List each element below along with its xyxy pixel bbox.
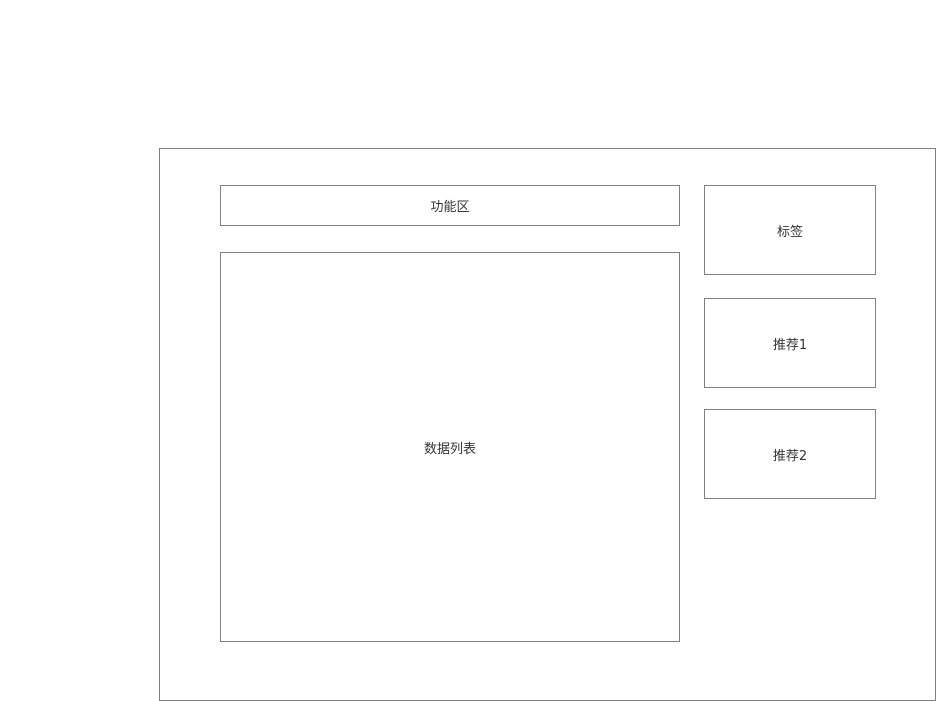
tags-label: 标签 [776,224,803,240]
wireframe-canvas: 功能区 数据列表 标签 推荐1 推荐2 [0,0,936,701]
function-area-label: 功能区 [430,200,470,215]
data-list-label: 数据列表 [423,441,476,457]
function-area-box: 功能区 [220,185,680,226]
data-list-box: 数据列表 [220,252,680,642]
tags-box: 标签 [704,185,876,275]
recommend-1-box: 推荐1 [704,298,876,388]
recommend-1-label: 推荐1 [772,337,808,353]
recommend-2-box: 推荐2 [704,409,876,499]
recommend-2-label: 推荐2 [772,448,808,464]
